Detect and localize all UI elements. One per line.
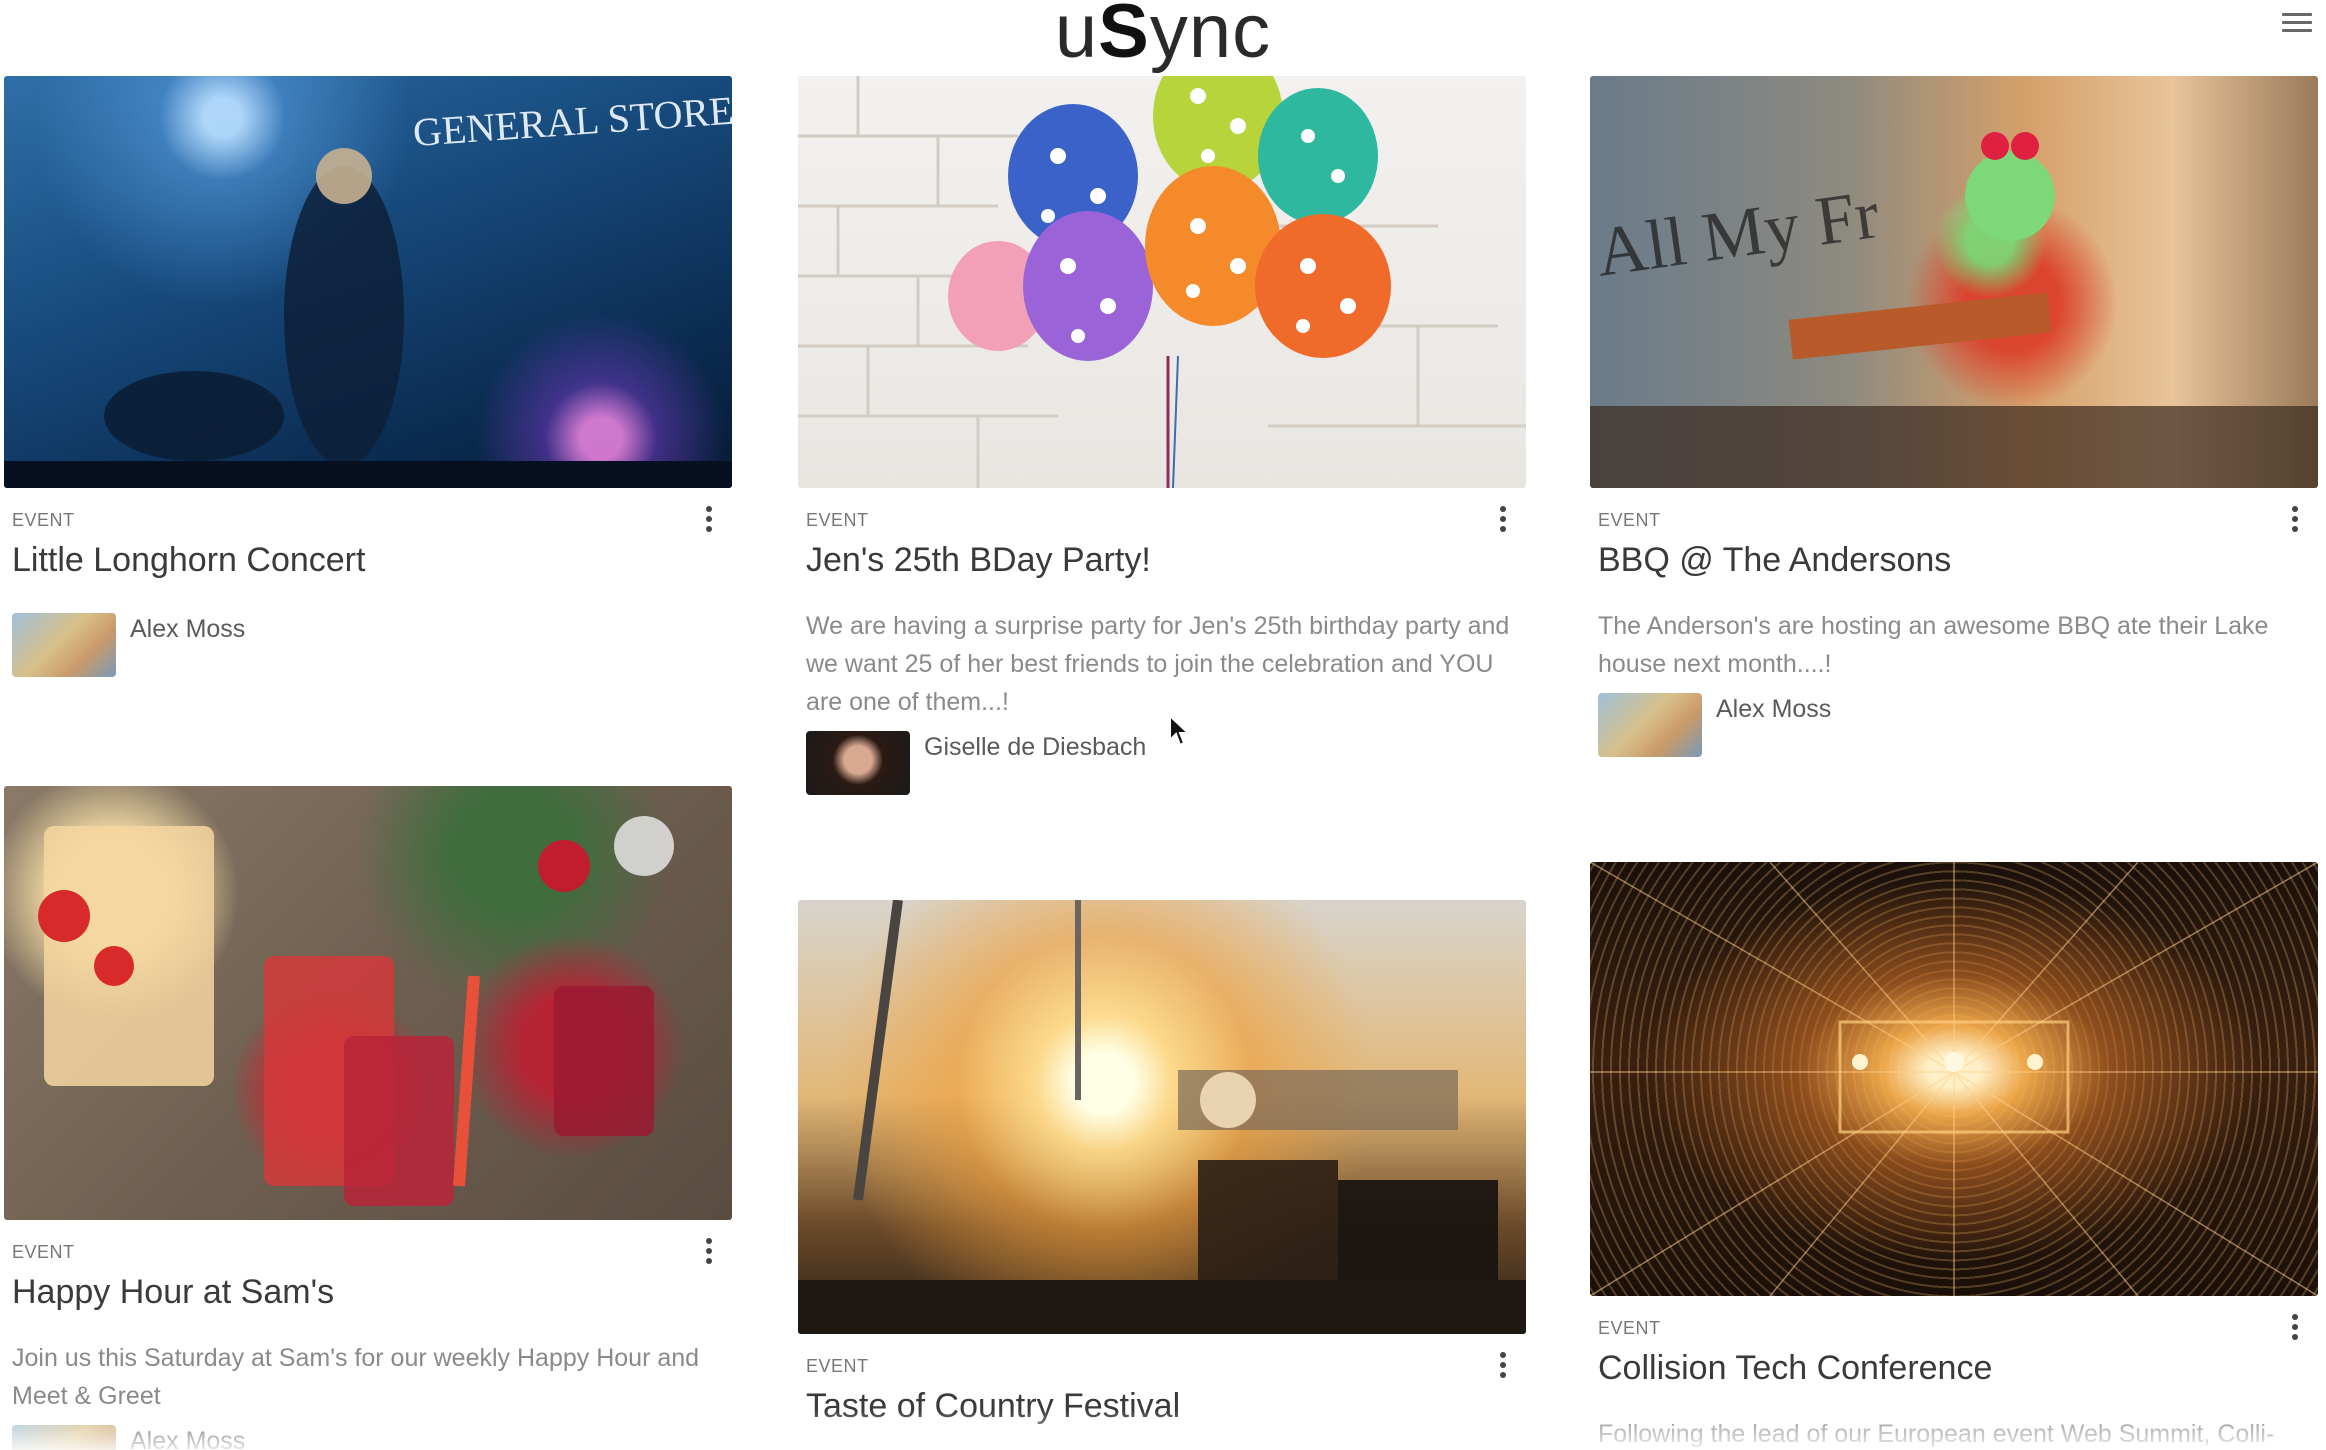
light-tunnel-photo[interactable] <box>1590 862 2318 1296</box>
top-bar: uSync <box>0 0 2326 76</box>
event-card[interactable]: EVENT Jen's 25th BDay Party! We are havi… <box>798 76 1526 797</box>
more-options-icon[interactable] <box>1498 1352 1508 1382</box>
avatar <box>12 1424 116 1450</box>
card-author[interactable]: Giselle de Diesbach <box>806 730 1526 797</box>
card-meta: EVENT <box>4 1238 732 1282</box>
card-type-label: EVENT <box>806 1356 869 1376</box>
app-logo[interactable]: uSync <box>0 0 2326 70</box>
light-tunnel-photo-art <box>1590 862 2318 1296</box>
card-type-label: EVENT <box>12 510 75 530</box>
svg-text:All My Fr: All My Fr <box>1592 176 1884 292</box>
card-meta: EVENT <box>4 506 732 550</box>
card-author[interactable]: Alex Moss <box>1598 692 2318 759</box>
card-author[interactable]: Alex Moss <box>12 612 732 679</box>
balloons-photo-art <box>798 76 1526 488</box>
more-options-icon[interactable] <box>704 1238 714 1268</box>
card-type-label: EVENT <box>806 510 869 530</box>
author-name: Alex Moss <box>1716 694 1832 723</box>
card-description: The Anderson's are hosting an awesome BB… <box>1598 611 2269 678</box>
event-card[interactable]: EVENT Collision Tech Conference Followin… <box>1590 862 2318 1450</box>
card-meta: EVENT <box>1590 506 2318 550</box>
more-options-icon[interactable] <box>2290 1314 2300 1344</box>
card-meta: EVENT <box>1590 1314 2318 1358</box>
logo-prefix: u <box>1054 0 1099 74</box>
svg-text:GENERAL STORE: GENERAL STORE <box>411 88 732 155</box>
event-card[interactable]: EVENT Taste of Country Festival <box>798 900 1526 1427</box>
more-options-icon[interactable] <box>1498 506 1508 536</box>
event-card[interactable]: GENERAL STORE EVENT Little Longhorn Conc… <box>4 76 732 679</box>
balloons-photo[interactable] <box>798 76 1526 488</box>
card-description: Following the lead of our European event… <box>1598 1419 2275 1448</box>
more-options-icon[interactable] <box>704 506 714 536</box>
event-card[interactable]: EVENT Happy Hour at Sam's Join us this S… <box>4 786 732 1450</box>
festival-stage-photo[interactable] <box>798 900 1526 1334</box>
card-type-label: EVENT <box>1598 510 1661 530</box>
card-description: Join us this Saturday at Sam's for our w… <box>12 1343 700 1410</box>
avatar <box>12 612 116 677</box>
author-name: Alex Moss <box>130 614 246 643</box>
cocktails-photo-art <box>38 816 674 1206</box>
keyboard-player-photo[interactable]: All My Fr <box>1590 76 2318 488</box>
event-card[interactable]: All My Fr EVENT BBQ @ The Andersons The … <box>1590 76 2318 759</box>
cocktails-photo[interactable] <box>4 786 732 1220</box>
card-type-label: EVENT <box>12 1242 75 1262</box>
page: uSync GENERAL STORE EVENT Little Longhor… <box>0 0 2326 1450</box>
concert-photo-art: GENERAL STORE <box>4 88 732 488</box>
avatar <box>806 730 910 795</box>
card-meta: EVENT <box>798 1352 1526 1396</box>
card-author[interactable]: Alex Moss <box>12 1424 732 1450</box>
card-description: We are having a surprise party for Jen's… <box>806 611 1510 716</box>
author-name: Alex Moss <box>130 1426 246 1450</box>
card-type-label: EVENT <box>1598 1318 1661 1338</box>
logo-suffix: ync <box>1149 0 1272 74</box>
hamburger-menu-icon[interactable] <box>2282 8 2312 36</box>
card-meta: EVENT <box>798 506 1526 550</box>
logo-big-letter: S <box>1098 0 1150 74</box>
mouse-cursor-icon <box>1169 714 1191 747</box>
festival-stage-photo-art <box>798 900 1526 1334</box>
avatar <box>1598 692 1702 757</box>
keyboard-player-photo-art: All My Fr <box>1590 132 2318 488</box>
more-options-icon[interactable] <box>2290 506 2300 536</box>
concert-photo[interactable]: GENERAL STORE <box>4 76 732 488</box>
author-name: Giselle de Diesbach <box>924 732 1147 761</box>
